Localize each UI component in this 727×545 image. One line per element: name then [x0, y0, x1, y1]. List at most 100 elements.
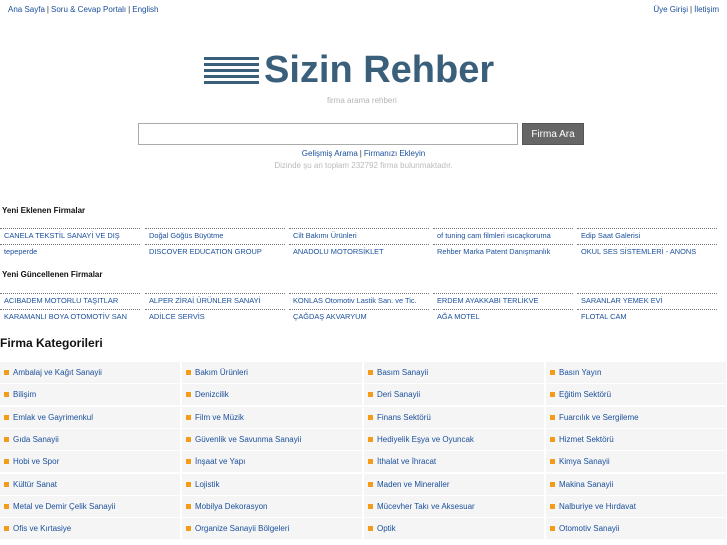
bullet-icon: [186, 414, 191, 420]
category-label: Makina Sanayii: [559, 479, 614, 489]
category-link[interactable]: Mücevher Takı ve Aksesuar: [364, 495, 544, 517]
bullet-icon: [4, 481, 9, 487]
category-link[interactable]: Organize Sanayii Bölgeleri: [182, 518, 362, 540]
category-link[interactable]: Maden ve Mineraller: [364, 473, 544, 495]
category-link[interactable]: Optik: [364, 518, 544, 540]
firm-link[interactable]: Doğal Göğüs Büyütme: [145, 228, 285, 244]
category-label: Eğitim Sektörü: [559, 390, 612, 400]
english-link[interactable]: English: [132, 5, 158, 14]
category-label: Mobilya Dekorasyon: [195, 501, 268, 511]
category-link[interactable]: İthalat ve İhracat: [364, 451, 544, 473]
qa-portal-link[interactable]: Soru & Cevap Portalı: [51, 5, 126, 14]
category-label: Hizmet Sektörü: [559, 434, 614, 444]
category-link[interactable]: Hobi ve Spor: [0, 451, 180, 473]
category-link[interactable]: İnşaat ve Yapı: [182, 451, 362, 473]
firm-link[interactable]: DISCOVER EDUCATION GROUP: [145, 244, 285, 260]
member-login-link[interactable]: Üye Girişi: [653, 5, 688, 14]
separator: |: [128, 5, 131, 14]
firm-link[interactable]: Cilt Bakımı Ürünleri: [289, 228, 429, 244]
bullet-icon: [186, 370, 191, 375]
category-link[interactable]: Finans Sektörü: [364, 406, 544, 428]
category-link[interactable]: Deri Sanayii: [364, 384, 544, 406]
bullet-icon: [4, 526, 9, 532]
category-label: Metal ve Demir Çelik Sanayii: [13, 501, 116, 511]
firm-link[interactable]: ÇAĞDAŞ AKVARYUM: [289, 309, 429, 325]
bullet-icon: [4, 392, 9, 398]
firm-link[interactable]: FLOTAL CAM: [577, 309, 717, 325]
category-label: Film ve Müzik: [195, 412, 244, 422]
category-link[interactable]: Bilişim: [0, 384, 180, 406]
category-link[interactable]: Film ve Müzik: [182, 406, 362, 428]
firm-link[interactable]: ACIBADEM MOTORLU TAŞITLAR: [0, 293, 140, 309]
bullet-icon: [368, 370, 373, 375]
bullet-icon: [368, 526, 373, 532]
logo-text: Sizin Rehber: [264, 49, 495, 91]
bullet-icon: [368, 414, 373, 420]
category-link[interactable]: Metal ve Demir Çelik Sanayii: [0, 495, 180, 517]
top-nav-right: Üye Girişi | İletişim: [653, 5, 719, 14]
category-link[interactable]: Nalburiye ve Hırdavat: [546, 495, 726, 517]
firm-link[interactable]: tepeperde: [0, 244, 140, 260]
category-link[interactable]: Otomotiv Sanayii: [546, 518, 726, 540]
category-link[interactable]: Ofis ve Kırtasiye: [0, 518, 180, 540]
firm-link[interactable]: of tuning cam filmleri ısıcaçkoruma: [433, 228, 573, 244]
category-link[interactable]: Gıda Sanayii: [0, 428, 180, 450]
site-logo[interactable]: Sizin Rehber: [204, 49, 524, 95]
bullet-icon: [4, 503, 9, 509]
category-label: Güvenlik ve Savunma Sanayii: [195, 434, 302, 444]
firm-link[interactable]: Edip Saat Galerisi: [577, 228, 717, 244]
contact-link[interactable]: İletişim: [694, 5, 719, 14]
category-link[interactable]: Hizmet Sektörü: [546, 428, 726, 450]
bullet-icon: [186, 436, 191, 442]
category-link[interactable]: Güvenlik ve Savunma Sanayii: [182, 428, 362, 450]
category-link[interactable]: Basım Sanayii: [364, 362, 544, 383]
category-link[interactable]: Hediyelik Eşya ve Oyuncak: [364, 428, 544, 450]
advanced-search-link[interactable]: Gelişmiş Arama: [302, 149, 358, 158]
firm-link[interactable]: ALPER ZİRAİ ÜRÜNLER SANAYİ: [145, 293, 285, 309]
bullet-icon: [550, 459, 555, 465]
category-label: Organize Sanayii Bölgeleri: [195, 524, 290, 534]
bullet-icon: [4, 414, 9, 420]
firm-link[interactable]: KARAMANLI BOYA OTOMOTİV SAN: [0, 309, 140, 325]
firm-link[interactable]: ADİLCE SERVİS: [145, 309, 285, 325]
updated-firms-title: Yeni Güncellenen Firmalar: [2, 270, 103, 279]
category-link[interactable]: Bakım Ürünleri: [182, 362, 362, 383]
category-label: Fuarcılık ve Sergileme: [559, 412, 639, 422]
firm-link[interactable]: Rehber Marka Patent Danışmanlık: [433, 244, 573, 260]
category-label: Emlak ve Gayrimenkul: [13, 412, 94, 422]
category-label: Otomotiv Sanayii: [559, 524, 620, 534]
bullet-icon: [186, 481, 191, 487]
category-label: Hediyelik Eşya ve Oyuncak: [377, 434, 474, 444]
bullet-icon: [550, 481, 555, 487]
category-link[interactable]: Lojistik: [182, 473, 362, 495]
category-link[interactable]: Basın Yayın: [546, 362, 726, 383]
bullet-icon: [368, 436, 373, 442]
category-label: Finans Sektörü: [377, 412, 431, 422]
search-button[interactable]: Firma Ara: [522, 123, 584, 145]
search-input[interactable]: [138, 123, 518, 145]
category-link[interactable]: Kültür Sanat: [0, 473, 180, 495]
category-label: Denizcilik: [195, 390, 229, 400]
firm-link[interactable]: SARANLAR YEMEK EVİ: [577, 293, 717, 309]
category-link[interactable]: Emlak ve Gayrimenkul: [0, 406, 180, 428]
add-firm-link[interactable]: Firmanızı Ekleyin: [364, 149, 425, 158]
category-link[interactable]: Denizcilik: [182, 384, 362, 406]
category-link[interactable]: Mobilya Dekorasyon: [182, 495, 362, 517]
firm-link[interactable]: OKUL SES SİSTEMLERİ - ANONS: [577, 244, 717, 260]
category-link[interactable]: Makina Sanayii: [546, 473, 726, 495]
category-link[interactable]: Eğitim Sektörü: [546, 384, 726, 406]
category-link[interactable]: Fuarcılık ve Sergileme: [546, 406, 726, 428]
home-link[interactable]: Ana Sayfa: [8, 5, 45, 14]
category-label: Nalburiye ve Hırdavat: [559, 501, 636, 511]
category-label: Bakım Ürünleri: [195, 368, 248, 377]
category-link[interactable]: Ambalaj ve Kağıt Sanayii: [0, 362, 180, 383]
firm-link[interactable]: AĞA MOTEL: [433, 309, 573, 325]
new-firms-title: Yeni Eklenen Firmalar: [2, 206, 86, 215]
category-link[interactable]: Kimya Sanayii: [546, 451, 726, 473]
separator: |: [46, 5, 49, 14]
bullet-icon: [186, 503, 191, 509]
firm-link[interactable]: KONLAS Otomotiv Lastik San. ve Tic.: [289, 293, 429, 309]
firm-link[interactable]: ERDEM AYAKKABI TERLİKVE: [433, 293, 573, 309]
firm-link[interactable]: ANADOLU MOTORSİKLET: [289, 244, 429, 260]
firm-link[interactable]: CANELA TEKSTİL SANAYİ VE DIŞ: [0, 228, 140, 244]
